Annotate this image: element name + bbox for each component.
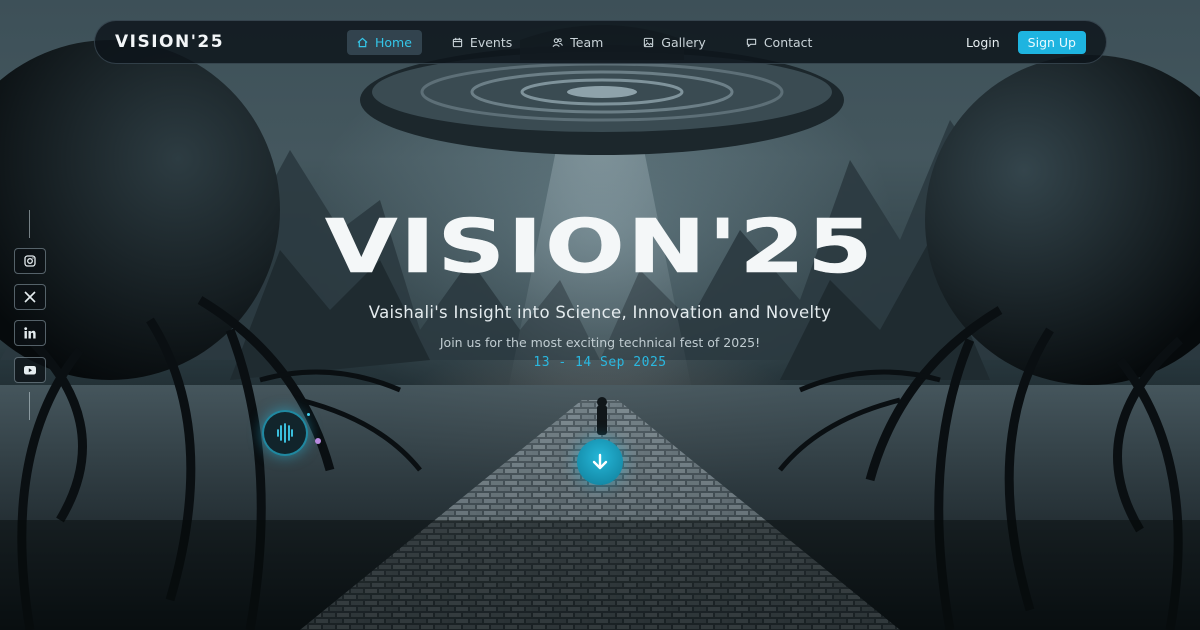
calendar-icon	[452, 37, 463, 47]
hero-tagline: Vaishali's Insight into Science, Innovat…	[368, 303, 832, 322]
login-link[interactable]: Login	[966, 35, 1000, 50]
nav-item-home[interactable]: Home	[347, 29, 422, 55]
top-navbar: VISION'25 Home Events Team Gallery Conta…	[94, 20, 1107, 64]
audio-toggle-button[interactable]	[262, 410, 308, 456]
signup-button[interactable]: Sign Up	[1017, 30, 1086, 54]
decorative-dot	[315, 438, 321, 444]
brand-logo[interactable]: VISION'25	[115, 32, 345, 52]
hero-subtitle: Join us for the most exciting technical …	[439, 335, 761, 350]
scroll-down-button[interactable]	[577, 439, 623, 485]
nav-item-label: Events	[469, 34, 513, 50]
social-rail-line-bottom	[29, 392, 30, 420]
home-icon	[357, 37, 368, 47]
arrow-down-icon	[592, 453, 608, 470]
x-icon	[24, 291, 36, 303]
nav-item-contact[interactable]: Contact	[736, 30, 823, 55]
nav-item-events[interactable]: Events	[442, 30, 522, 55]
hero-title-text: VISION'25	[325, 212, 875, 282]
hero-title: VISION'25	[0, 212, 1200, 282]
decorative-dot	[307, 413, 310, 416]
auth-actions: Login Sign Up	[966, 30, 1086, 54]
nav-links: Home Events Team Gallery Contact	[347, 29, 842, 55]
chat-icon	[746, 38, 757, 47]
event-date: 13 - 14 Sep 2025	[533, 355, 667, 370]
nav-item-team[interactable]: Team	[542, 30, 613, 55]
nav-item-label: Gallery	[661, 34, 706, 50]
nav-item-label: Team	[570, 34, 604, 50]
image-icon	[644, 37, 654, 47]
nav-item-label: Home	[375, 34, 412, 50]
audio-wave-icon	[277, 423, 293, 443]
nav-item-label: Contact	[763, 34, 813, 50]
users-icon	[552, 37, 564, 47]
nav-item-gallery[interactable]: Gallery	[633, 30, 716, 55]
hero-title-wordmark: VISION'25	[325, 212, 875, 282]
